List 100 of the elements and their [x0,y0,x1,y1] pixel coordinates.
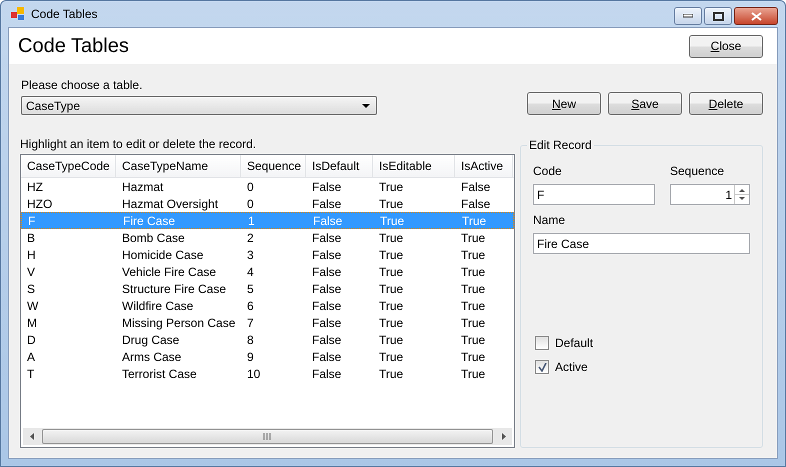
table-cell-text: T [26,366,36,380]
list-row[interactable]: H Homicide Case 3 False True True [21,246,514,263]
horizontal-scrollbar[interactable] [23,428,512,445]
table-cell-text: False [311,230,342,244]
list-row[interactable]: S Structure Fire Case 5 False True True [21,280,514,297]
list-row[interactable]: V Vehicle Fire Case 4 False True True [21,263,514,280]
scroll-left-icon[interactable] [30,433,34,440]
checkbox[interactable] [535,360,549,374]
table-cell-text: 0 [246,180,255,194]
table-cell-text: Hazmat Oversight [121,196,220,210]
list-row[interactable]: T Terrorist Case 10 False True True [21,365,514,382]
table-cell-text: False [311,350,342,364]
table-cell-text: True [378,180,404,194]
action-button[interactable]: New [527,92,601,115]
maximize-icon [712,12,724,20]
action-button[interactable]: Save [608,92,682,115]
name-field[interactable]: Fire Case [533,233,750,254]
page-title: Code Tables [18,34,129,58]
minimize-button[interactable] [674,7,702,25]
table-cell-text: 0 [246,196,255,210]
table-cell-text: True [460,298,486,312]
table-cell-text: Homicide Case [121,248,204,262]
table-cell-text: 1 [247,214,256,228]
table-cell-text: Hazmat [121,180,164,194]
table-cell-text: Arms Case [121,350,182,364]
table-cell-text: M [26,316,38,330]
table-cell-text: 5 [246,282,255,296]
table-cell-text: Terrorist Case [121,366,198,380]
close-button[interactable] [734,7,778,25]
table-cell-text: True [378,282,404,296]
table-cell-text: S [26,282,36,296]
table-cell-text: 4 [246,264,255,278]
table-cell-text: False [311,332,342,346]
list-row[interactable]: D Drug Case 8 False True True [21,331,514,348]
table-cell-text: D [26,332,37,346]
table-cell-text: Missing Person Case [121,316,236,330]
maximize-button[interactable] [704,7,732,25]
window-title: Code Tables [31,7,98,21]
table-cell-text: True [460,248,486,262]
close-button[interactable]: Close [689,34,763,58]
column-header[interactable]: IsDefault [306,155,373,177]
table-cell-text: True [460,230,486,244]
table-cell-text: True [378,350,404,364]
action-button[interactable]: Delete [689,92,763,115]
list-row[interactable]: B Bomb Case 2 False True True [21,229,514,246]
close-icon [750,12,762,20]
table-cell-text: Vehicle Fire Case [121,264,218,278]
column-header[interactable]: IsActive [455,155,513,177]
chooser-label: Please choose a table. [21,78,144,92]
table-cell-text: True [378,230,404,244]
table-cell-text: Fire Case [122,214,176,228]
list-row[interactable]: HZ Hazmat 0 False True False [21,178,514,195]
table-cell-text: 6 [246,298,255,312]
column-header[interactable]: CaseTypeCode [21,155,116,177]
table-cell-text: 7 [246,316,255,330]
list-row[interactable]: A Arms Case 9 False True True [21,348,514,365]
table-cell-text: W [26,298,40,312]
table-cell-text: B [26,230,36,244]
code-field[interactable]: F [533,184,655,205]
app-icon [11,7,25,21]
table-cell-text: True [460,282,486,296]
group-title: Edit Record [527,138,594,152]
table-cell-text: False [460,180,492,194]
field-label: Sequence [670,164,726,178]
table-cell-text: 3 [246,248,255,262]
table-cell-text: False [460,196,492,210]
table-cell-text: True [460,350,486,364]
scroll-right-icon[interactable] [502,433,506,440]
table-cell-text: True [378,316,404,330]
field-label: Name [533,213,566,227]
table-cell-text: A [26,350,36,364]
table-cell-text: True [460,264,486,278]
table-cell-text: False [311,366,342,380]
table-cell-text: True [460,316,486,330]
list-row[interactable]: M Missing Person Case 7 False True True [21,314,514,331]
table-cell-text: False [311,196,342,210]
list-hint: Highlight an item to edit or delete the record. [20,137,258,151]
list-row[interactable]: W Wildfire Case 6 False True True [21,297,514,314]
list-row[interactable]: HZO Hazmat Oversight 0 False True False [21,195,514,212]
table-cell-text: False [311,264,342,278]
table-cell-text: 10 [246,366,262,380]
check-icon [538,362,546,372]
minimize-icon [683,14,693,18]
table-cell-text: True [378,332,404,346]
table-dropdown[interactable]: CaseType [21,96,377,115]
column-header[interactable]: Sequence [241,155,306,177]
column-header[interactable]: IsEditable [373,155,455,177]
table-cell-text: False [312,214,344,228]
column-header[interactable]: CaseTypeName [116,155,241,177]
sequence-spinner[interactable]: 1 [670,184,750,205]
table-cell-text: True [378,264,404,278]
grip-icon [263,433,272,440]
checkbox[interactable] [535,336,549,350]
table-cell-text: True [378,366,404,380]
table-cell-text: HZO [26,196,54,210]
table-cell-text: True [379,214,406,228]
table-cell-text: HZ [26,180,44,194]
table-cell-text: H [26,248,37,262]
table-cell-text: False [311,298,342,312]
checkbox-label: Default [555,336,594,350]
